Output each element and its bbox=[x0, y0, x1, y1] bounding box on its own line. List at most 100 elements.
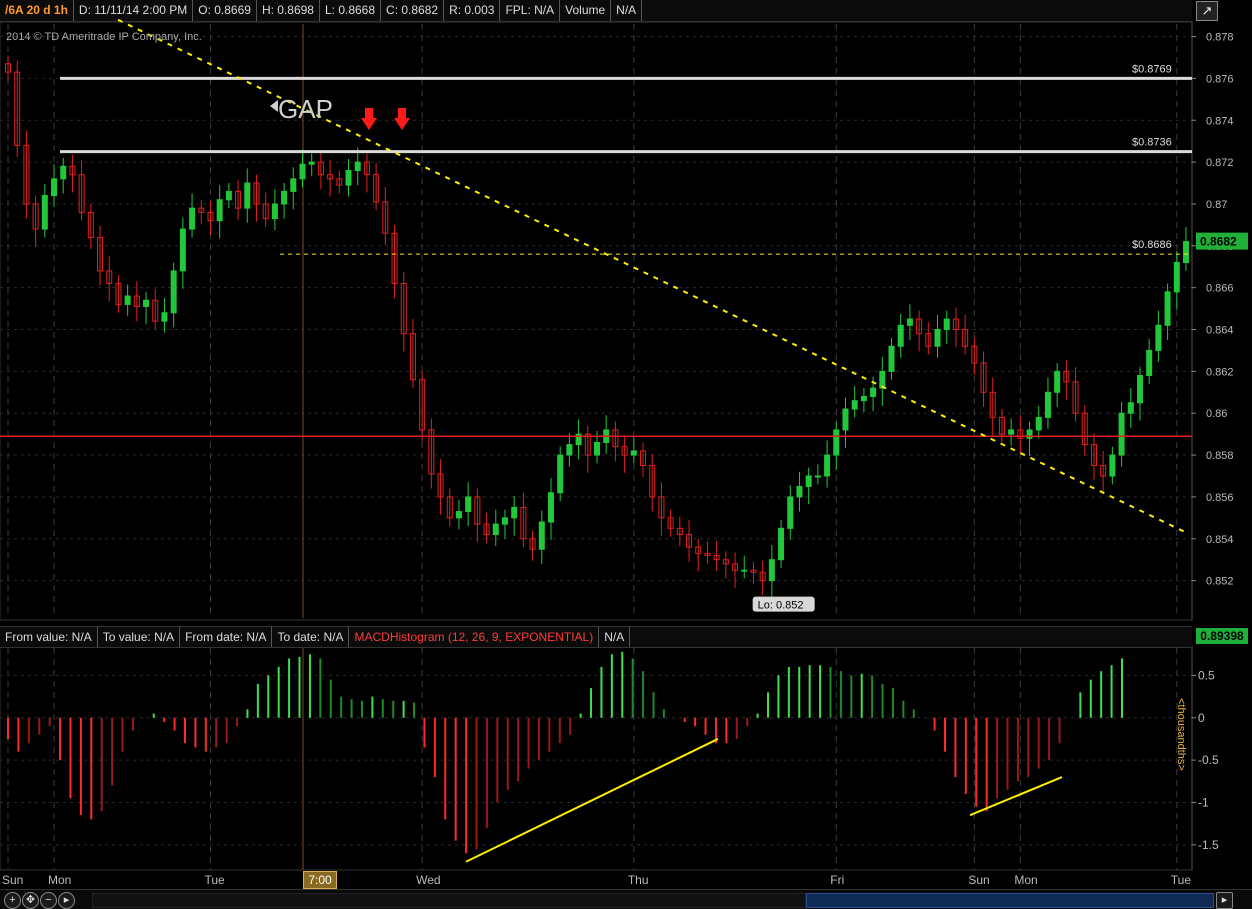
candle-body bbox=[492, 523, 499, 536]
candle-body bbox=[354, 161, 361, 171]
candle-body bbox=[179, 228, 186, 272]
candle-body bbox=[842, 408, 849, 431]
scrollbar-thumb[interactable] bbox=[806, 893, 1214, 908]
candle-body bbox=[851, 400, 858, 410]
price-tick-label: 0.854 bbox=[1206, 534, 1234, 546]
macd-divergence-line bbox=[465, 738, 719, 863]
candle-body bbox=[1054, 370, 1061, 393]
candle-body bbox=[225, 190, 232, 201]
candle-body bbox=[943, 318, 950, 331]
candle-body bbox=[630, 450, 637, 456]
scroll-right-icon[interactable]: ▸ bbox=[1216, 892, 1233, 909]
candle-body bbox=[290, 178, 297, 192]
candle-body bbox=[216, 199, 223, 222]
scroll-track[interactable] bbox=[92, 893, 806, 908]
macd-tick-label: 0.5 bbox=[1198, 668, 1215, 682]
candle-body bbox=[824, 454, 831, 477]
candle-body bbox=[1164, 291, 1171, 326]
gap-label: GAP bbox=[278, 94, 333, 124]
candle-body bbox=[1118, 412, 1125, 456]
macd-axis: 0.5 0 -0.5 -1 -1.5 <thousandths> bbox=[1175, 646, 1219, 870]
price-tick-label: 0.872 bbox=[1206, 157, 1234, 169]
macd-divergence-line bbox=[969, 776, 1063, 817]
candle-body bbox=[778, 527, 785, 561]
price-tick-label: 0.876 bbox=[1206, 73, 1234, 85]
to-value: To value: N/A bbox=[98, 627, 181, 647]
candle-body bbox=[906, 318, 913, 326]
candle-body bbox=[170, 270, 177, 314]
macd-value-badge: 0.89398 bbox=[1196, 628, 1248, 644]
candle-body bbox=[281, 190, 288, 205]
candle-body bbox=[299, 163, 306, 180]
x-tick-label: Sun bbox=[2, 873, 23, 887]
price-tick-label: 0.878 bbox=[1206, 32, 1234, 44]
price-tick-label: 0.858 bbox=[1206, 450, 1234, 462]
candle-body bbox=[308, 161, 315, 165]
price-tick-label: 0.866 bbox=[1206, 283, 1234, 295]
candle-body bbox=[888, 345, 895, 372]
level-label: $0.8769 bbox=[1132, 63, 1172, 75]
candle-body bbox=[1044, 391, 1051, 418]
candle-body bbox=[860, 395, 867, 402]
candle-body bbox=[594, 442, 600, 456]
x-tick-label: Mon bbox=[48, 873, 71, 887]
study-header: From value: N/A To value: N/A From date:… bbox=[0, 626, 1192, 648]
macd-ylabel: <thousandths> bbox=[1175, 698, 1187, 771]
candle-body bbox=[557, 454, 564, 494]
candle-body bbox=[189, 207, 196, 230]
candle-body bbox=[1127, 402, 1134, 414]
candle-body bbox=[271, 203, 278, 220]
candle-body bbox=[934, 329, 941, 347]
copyright-text: 2014 © TD Ameritrade IP Company, Inc. bbox=[6, 31, 202, 43]
price-tick-label: 0.864 bbox=[1206, 325, 1234, 337]
price-tick-label: 0.856 bbox=[1206, 492, 1234, 504]
x-tick-label: Thu bbox=[628, 873, 649, 887]
gap-pointer-icon bbox=[270, 100, 278, 112]
candle-body bbox=[1109, 454, 1116, 477]
candle-body bbox=[501, 517, 508, 525]
time-pill: 7:00 bbox=[303, 871, 337, 889]
candle-body bbox=[1026, 429, 1033, 439]
lo-label: Lo: 0.852 bbox=[758, 600, 804, 612]
price-tick-label: 0.86 bbox=[1206, 408, 1227, 420]
study-name[interactable]: MACDHistogram (12, 26, 9, EXPONENTIAL) bbox=[349, 627, 600, 647]
price-tick-label: 0.874 bbox=[1206, 115, 1234, 127]
bottom-toolbar: + ✥ − ▸ ▸ bbox=[0, 889, 1252, 909]
zoom-in-icon[interactable]: + bbox=[4, 892, 21, 909]
candle-body bbox=[870, 387, 877, 397]
candle-body bbox=[143, 299, 150, 307]
candle-body bbox=[879, 370, 886, 389]
macd-grid bbox=[0, 645, 1193, 871]
macd-tick-label: -0.5 bbox=[1198, 753, 1219, 767]
x-tick-label: Sun bbox=[968, 873, 989, 887]
macd-tick-label: -1 bbox=[1198, 795, 1209, 809]
to-date: To date: N/A bbox=[272, 627, 350, 647]
price-chart[interactable]: 0.8780.8760.8740.8720.870.8680.8660.8640… bbox=[0, 0, 1252, 908]
candle-body bbox=[1035, 416, 1042, 431]
x-tick-label: Fri bbox=[830, 873, 844, 887]
play-icon[interactable]: ▸ bbox=[58, 892, 75, 909]
macd-bars bbox=[7, 651, 1123, 863]
candle-body bbox=[465, 496, 472, 513]
zoom-out-icon[interactable]: − bbox=[40, 892, 57, 909]
down-arrow-icon bbox=[361, 108, 377, 130]
level-label: $0.8736 bbox=[1132, 137, 1172, 149]
candle-body bbox=[60, 165, 67, 180]
candle-body bbox=[547, 492, 554, 523]
down-arrow-icon bbox=[394, 108, 410, 130]
pan-icon[interactable]: ✥ bbox=[22, 892, 39, 909]
candle-body bbox=[124, 295, 131, 305]
candle-body bbox=[1136, 375, 1143, 404]
candle-body bbox=[41, 195, 48, 230]
candle-body bbox=[768, 559, 775, 582]
candle-body bbox=[1183, 241, 1189, 264]
candle-body bbox=[833, 429, 840, 456]
from-date: From date: N/A bbox=[180, 627, 273, 647]
candle-body bbox=[741, 569, 748, 572]
candle-body bbox=[897, 324, 904, 347]
price-axis: 0.8780.8760.8740.8720.870.8680.8660.8640… bbox=[1191, 22, 1234, 620]
candle-body bbox=[455, 511, 462, 519]
candle-body bbox=[796, 485, 803, 498]
x-tick-label: Tue bbox=[1171, 873, 1192, 887]
study-value: N/A bbox=[599, 627, 631, 647]
